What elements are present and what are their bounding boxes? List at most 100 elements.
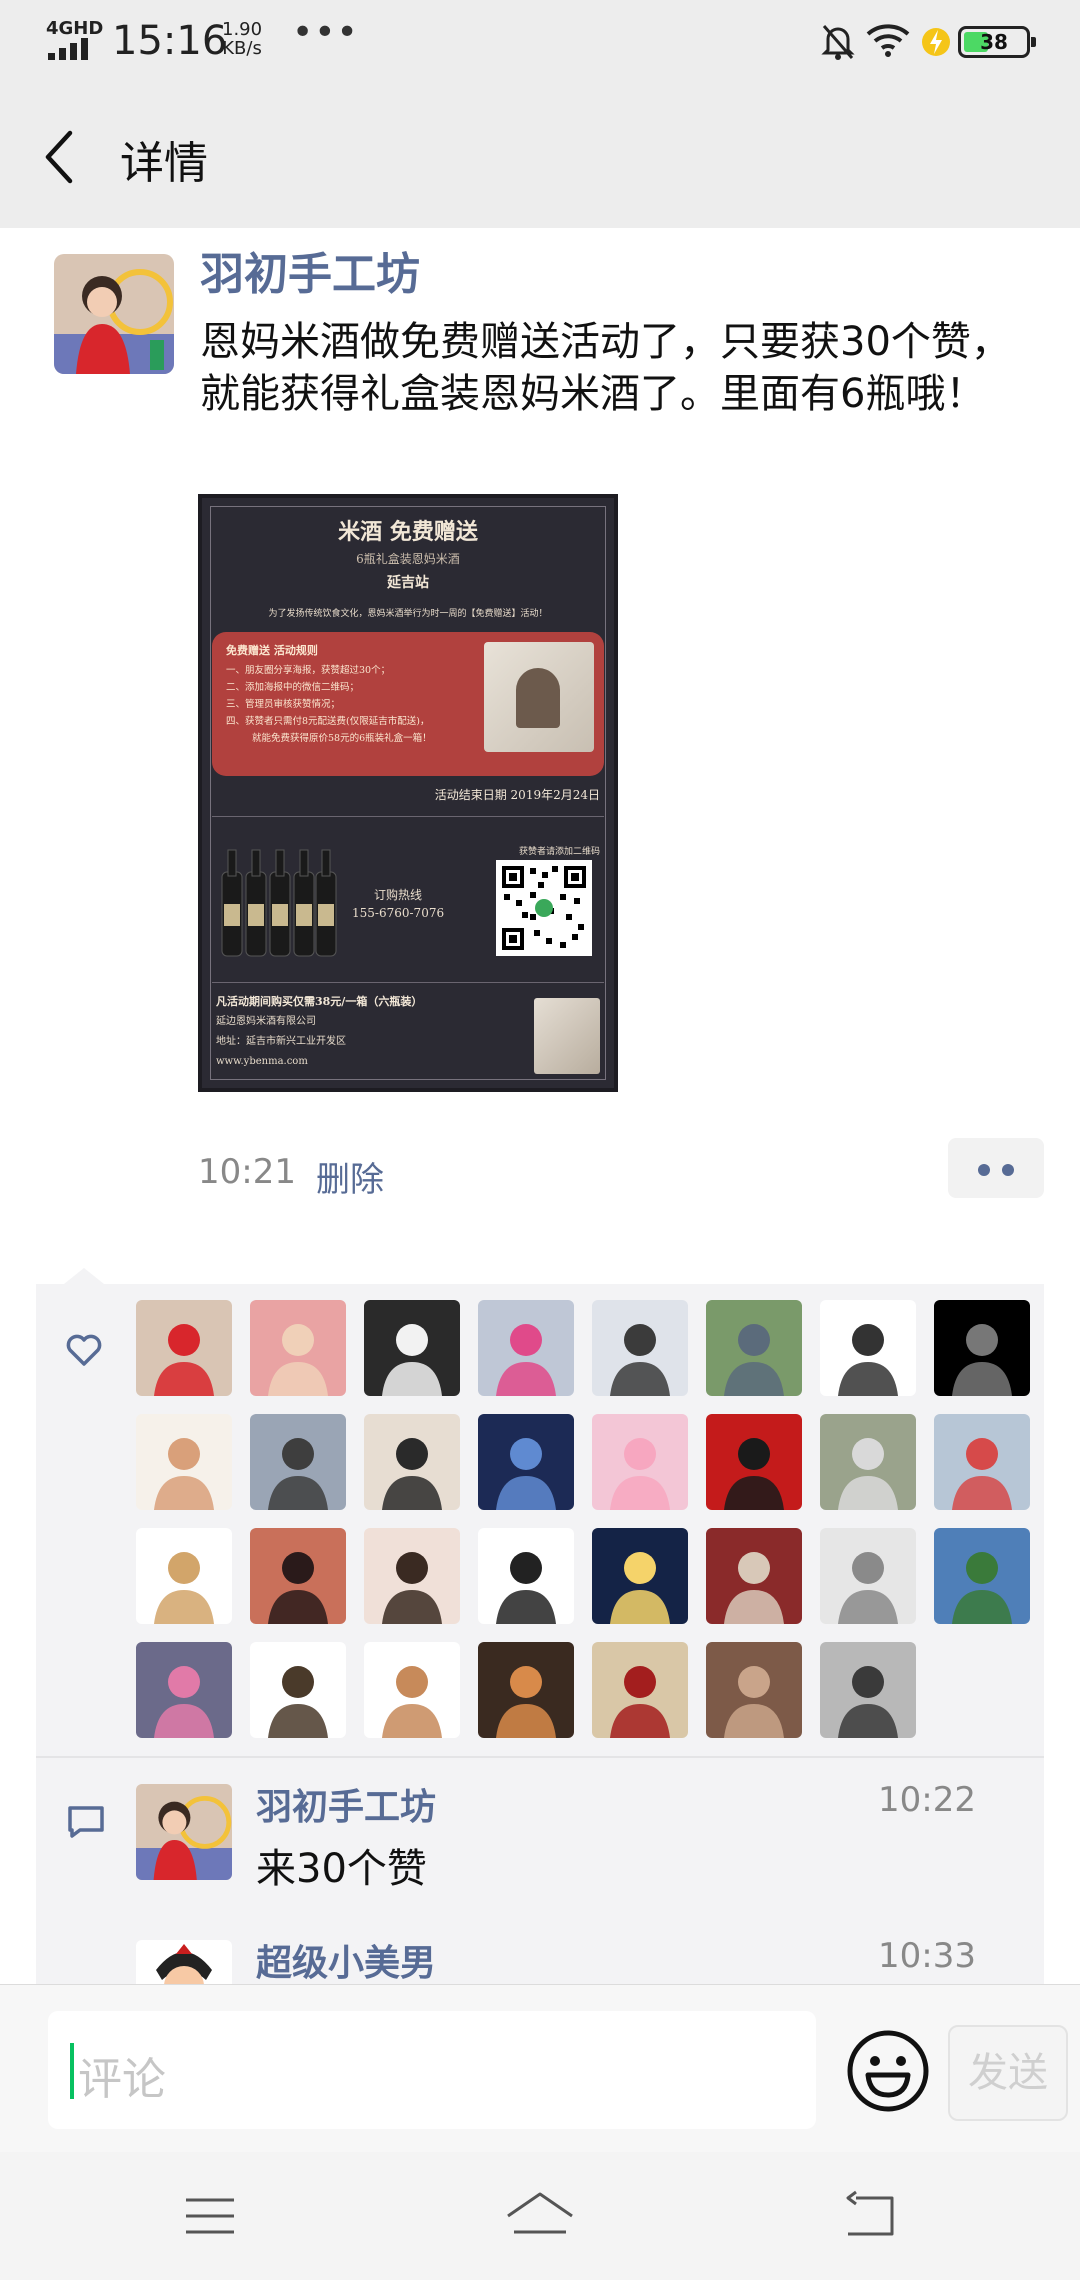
more-actions-button[interactable] — [948, 1138, 1044, 1198]
liker-avatar[interactable] — [136, 1414, 232, 1510]
menu-icon[interactable] — [182, 2188, 238, 2244]
liker-avatar[interactable] — [820, 1642, 916, 1738]
text-caret — [70, 2043, 74, 2099]
liker-avatar[interactable] — [592, 1414, 688, 1510]
battery-level: 38 — [980, 30, 1008, 54]
commenter-name[interactable]: 超级小美男 — [256, 1934, 436, 1984]
profile-photo-icon — [820, 1528, 916, 1624]
status-time: 15:16 — [112, 18, 228, 64]
profile-photo-icon — [364, 1414, 460, 1510]
liker-avatar[interactable] — [364, 1414, 460, 1510]
post-text: 恩妈米酒做免费赠送活动了，只要获30个赞，就能获得礼盒装恩妈米酒了。里面有6瓶哦… — [200, 319, 1011, 417]
profile-photo-icon — [136, 1300, 232, 1396]
gift-box-image — [484, 642, 594, 752]
liker-avatar[interactable] — [820, 1300, 916, 1396]
liker-avatar[interactable] — [250, 1528, 346, 1624]
liker-avatar[interactable] — [706, 1414, 802, 1510]
profile-photo-icon — [592, 1300, 688, 1396]
liker-avatar[interactable] — [592, 1300, 688, 1396]
delete-link[interactable]: 删除 — [316, 1152, 384, 1201]
liker-avatar[interactable] — [364, 1642, 460, 1738]
profile-photo-icon — [136, 1528, 232, 1624]
profile-photo-icon — [478, 1414, 574, 1510]
liker-avatar[interactable] — [934, 1528, 1030, 1624]
wine-bottles-image — [221, 849, 337, 957]
post-time: 10:21 — [198, 1152, 296, 1192]
page-title: 详情 — [120, 138, 208, 189]
commenter-avatar[interactable] — [136, 1784, 232, 1880]
liker-avatar[interactable] — [250, 1414, 346, 1510]
liker-avatar[interactable] — [934, 1414, 1030, 1510]
poster-rules-box: 免费赠送 活动规则 一、朋友圈分享海报，获赞超过30个； 二、添加海报中的微信二… — [212, 632, 604, 776]
status-bar: 4GHD 15:16 1.90 KB/s ••• 38 — [0, 0, 1080, 82]
profile-photo-icon — [592, 1642, 688, 1738]
profile-photo-icon — [364, 1642, 460, 1738]
dot-icon — [978, 1164, 990, 1176]
liker-avatar[interactable] — [478, 1300, 574, 1396]
poster-footer: 凡活动期间购买仅需38元/一箱（六瓶装） 延边恩妈米酒有限公司 地址：延吉市新兴… — [216, 992, 422, 1072]
liker-avatar[interactable] — [934, 1300, 1030, 1396]
profile-photo-icon — [820, 1414, 916, 1510]
comment-input-bar: 评论 发送 — [0, 1984, 1080, 2152]
liker-avatar[interactable] — [820, 1414, 916, 1510]
profile-photo-icon — [592, 1414, 688, 1510]
liker-avatar[interactable] — [250, 1300, 346, 1396]
liker-avatar[interactable] — [592, 1528, 688, 1624]
poster-station: 延吉站 — [387, 575, 429, 591]
comment-time: 10:33 — [878, 1936, 976, 1976]
power-saving-icon — [922, 28, 950, 56]
author-avatar[interactable] — [54, 254, 174, 374]
profile-photo-icon — [478, 1642, 574, 1738]
emoji-smiley-icon[interactable] — [846, 2029, 930, 2113]
profile-photo-icon — [706, 1528, 802, 1624]
profile-photo-icon — [250, 1300, 346, 1396]
liker-avatar[interactable] — [364, 1300, 460, 1396]
post-author-name[interactable]: 羽初手工坊 — [200, 238, 420, 302]
comment-input[interactable]: 评论 — [48, 2011, 816, 2129]
liker-avatar[interactable] — [820, 1528, 916, 1624]
liker-avatar[interactable] — [136, 1642, 232, 1738]
child-photo-avatar-icon — [54, 254, 174, 374]
cartoon-boy-avatar-icon — [136, 1940, 232, 1984]
gift-box-small-image — [534, 998, 600, 1074]
liker-avatar[interactable] — [706, 1528, 802, 1624]
liker-avatar[interactable] — [706, 1642, 802, 1738]
back-chevron-icon[interactable] — [40, 127, 80, 187]
liker-avatar[interactable] — [364, 1528, 460, 1624]
profile-photo-icon — [820, 1642, 916, 1738]
wifi-icon — [866, 24, 910, 57]
likes-comments-panel: 羽初手工坊 10:22 来30个赞 超级小美男 10:33 — [36, 1284, 1044, 1984]
profile-photo-icon — [706, 1300, 802, 1396]
poster-address: 地址：延吉市新兴工业开发区 — [216, 1036, 346, 1047]
profile-photo-icon — [706, 1414, 802, 1510]
hotline-label: 订购热线 — [374, 888, 423, 902]
battery-icon: 38 — [958, 26, 1036, 58]
profile-photo-icon — [820, 1300, 916, 1396]
commenter-avatar[interactable] — [136, 1940, 232, 1984]
profile-photo-icon — [136, 1414, 232, 1510]
back-return-icon[interactable] — [840, 2188, 900, 2244]
post-image[interactable]: 米酒 免费赠送 6瓶礼盒装恩妈米酒 延吉站 为了发扬传统饮食文化，恩妈米酒举行为… — [198, 494, 618, 1092]
comment-text: 来30个赞 — [256, 1846, 427, 1892]
profile-photo-icon — [250, 1414, 346, 1510]
profile-photo-icon — [364, 1528, 460, 1624]
liker-avatar[interactable] — [136, 1300, 232, 1396]
profile-photo-icon — [934, 1528, 1030, 1624]
liker-avatar[interactable] — [136, 1528, 232, 1624]
liker-avatar[interactable] — [706, 1300, 802, 1396]
liker-avatar[interactable] — [478, 1414, 574, 1510]
panel-pointer — [64, 1268, 104, 1284]
child-photo-avatar-icon — [136, 1784, 232, 1880]
more-notifications-icon: ••• — [292, 12, 359, 53]
comment-time: 10:22 — [878, 1780, 976, 1820]
profile-photo-icon — [934, 1300, 1030, 1396]
poster-subtitle: 6瓶礼盒装恩妈米酒 — [356, 552, 460, 566]
liker-avatar[interactable] — [592, 1642, 688, 1738]
liker-avatar[interactable] — [250, 1642, 346, 1738]
home-icon[interactable] — [504, 2188, 576, 2244]
speed-value: 1.90 — [222, 19, 263, 40]
liker-avatar[interactable] — [478, 1642, 574, 1738]
commenter-name[interactable]: 羽初手工坊 — [256, 1778, 436, 1830]
liker-avatar[interactable] — [478, 1528, 574, 1624]
send-button[interactable]: 发送 — [948, 2025, 1068, 2121]
